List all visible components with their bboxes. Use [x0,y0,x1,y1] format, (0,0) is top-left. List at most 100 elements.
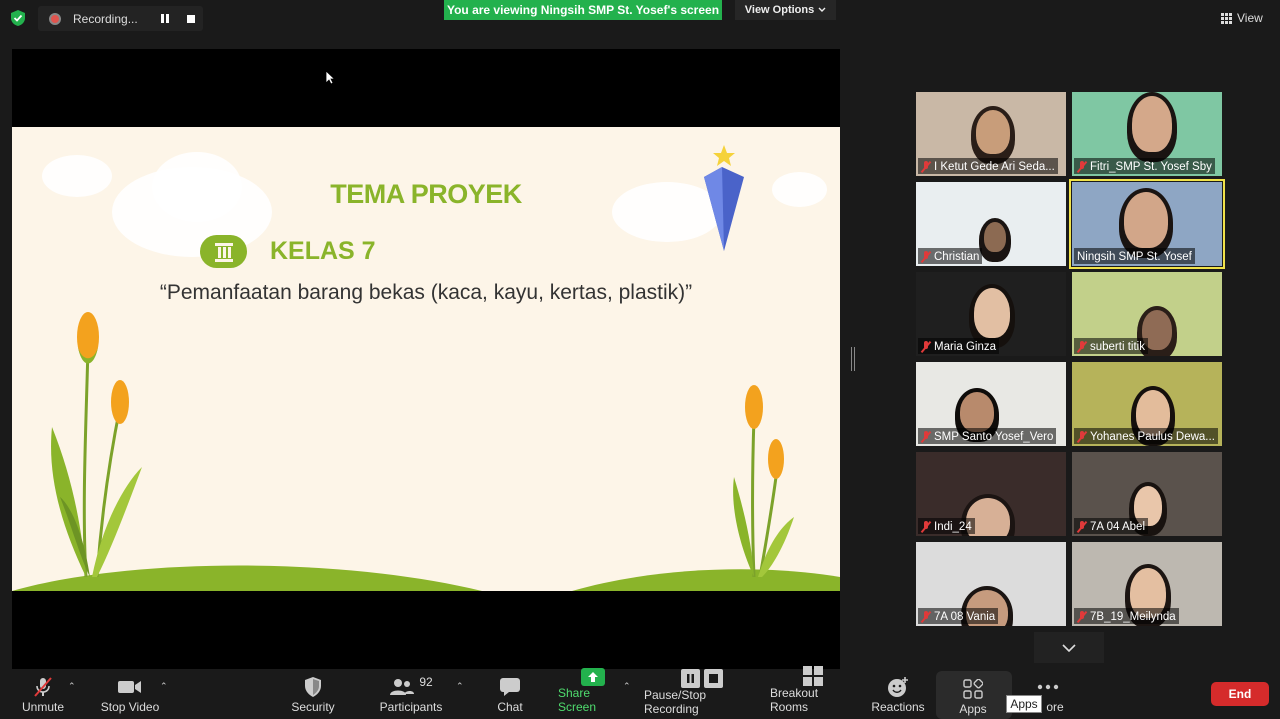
pause-recording-icon[interactable] [161,13,171,24]
apps-tooltip: Apps [1006,695,1042,713]
participant-tile[interactable]: Yohanes Paulus Dewa... [1072,362,1222,446]
participant-video-feed [984,222,1006,252]
apps-label: Apps [959,702,987,716]
participant-video-feed [976,110,1010,154]
participant-name-label: 7A 08 Vania [918,608,999,624]
participant-video-feed [974,288,1010,338]
participant-name-label: Indi_24 [918,518,975,534]
participant-video-feed [1124,192,1168,248]
participants-icon-group: 92 [389,674,433,700]
slide-subtitle: “Pemanfaatan barang bekas (kaca, kayu, k… [159,281,693,304]
muted-mic-icon [921,250,931,263]
pause-stop-recording-button[interactable]: Pause/Stop Recording [644,669,760,719]
participant-name: suberti titik [1090,340,1145,353]
stop-recording-icon[interactable] [187,14,195,23]
view-options-label: View Options [744,4,815,16]
muted-mic-icon [1077,610,1087,623]
participant-tile[interactable]: Fitri_SMP St. Yosef Sby [1072,92,1222,176]
gallery-scroll-down-button[interactable] [1034,632,1104,663]
participant-name-label: Ningsih SMP St. Yosef [1074,248,1195,264]
participant-name-label: Maria Ginza [918,338,999,354]
stop-video-button[interactable]: Stop Video [98,669,162,719]
muted-mic-icon [921,160,931,173]
participant-name: 7A 08 Vania [934,610,996,623]
participant-name: Fitri_SMP St. Yosef Sby [1090,160,1212,173]
apps-button[interactable]: Apps [952,671,994,719]
muted-mic-icon [921,430,931,443]
participant-name-label: 7B_19_Meilynda [1074,608,1179,624]
participant-name-label: I Ketut Gede Ari Seda... [918,158,1058,174]
participant-tile[interactable]: suberti titik [1072,272,1222,356]
participant-tile[interactable]: Ningsih SMP St. Yosef [1069,179,1225,269]
panel-splitter-handle[interactable] [851,347,855,371]
chat-button[interactable]: Chat [492,669,528,719]
participant-tile[interactable]: Christian [916,182,1066,266]
security-button[interactable]: Security [287,669,339,719]
chevron-down-icon [818,7,826,12]
muted-mic-icon [1077,430,1087,443]
mouse-cursor-icon [325,70,335,85]
muted-mic-icon [921,610,931,623]
chat-label: Chat [497,700,523,714]
audio-options-caret-icon[interactable]: ⌃ [68,681,76,692]
unmute-button[interactable]: Unmute [18,669,68,719]
breakout-rooms-label: Breakout Rooms [770,686,819,714]
participant-video-feed [1132,96,1172,152]
smiley-plus-icon [887,674,909,700]
participant-tile[interactable]: 7A 08 Vania [916,542,1066,626]
end-meeting-button[interactable]: End [1211,682,1269,706]
video-options-caret-icon[interactable]: ⌃ [160,681,168,692]
reactions-button[interactable]: Reactions [871,669,925,719]
presentation-slide: TEMA PROYEK KELAS 7 “Pemanfaatan barang … [12,127,840,591]
participant-name-label: suberti titik [1074,338,1148,354]
breakout-rooms-button[interactable]: Breakout Rooms [770,666,856,719]
plant-right-decoration [733,385,794,577]
participant-tile[interactable]: SMP Santo Yosef_Vero [916,362,1066,446]
participant-tile[interactable]: 7A 04 Abel [1072,452,1222,536]
viewing-screen-banner: You are viewing Ningsih SMP St. Yosef's … [444,0,722,20]
participant-name: Christian [934,250,980,263]
kelas-label: KELAS 7 [270,237,376,265]
reactions-label: Reactions [871,700,925,714]
meeting-toolbar [0,669,1280,719]
grid-view-icon [1221,12,1232,24]
unmute-label: Unmute [21,700,65,714]
pillar-icon [200,235,247,268]
participant-name: Indi_24 [934,520,972,533]
participant-name: Ningsih SMP St. Yosef [1077,250,1192,263]
participant-name-label: Yohanes Paulus Dewa... [1074,428,1218,444]
participant-tile[interactable]: I Ketut Gede Ari Seda... [916,92,1066,176]
muted-mic-icon [31,674,55,700]
participant-name: SMP Santo Yosef_Vero [934,430,1054,443]
muted-mic-icon [1077,520,1087,533]
view-label: View [1237,11,1263,25]
share-options-caret-icon[interactable]: ⌃ [623,681,631,692]
muted-mic-icon [1077,160,1087,173]
share-screen-button[interactable]: Share Screen [558,668,628,719]
participant-name-label: Christian [918,248,983,264]
encryption-shield-icon[interactable] [9,9,27,27]
participant-tile[interactable]: Maria Ginza [916,272,1066,356]
recording-dot-icon [49,12,61,25]
view-button[interactable]: View [1221,8,1263,28]
apps-icon [963,676,983,702]
plant-left-decoration [51,312,142,577]
participant-name-label: SMP Santo Yosef_Vero [918,428,1057,444]
participant-name: Maria Ginza [934,340,996,353]
participant-name: Yohanes Paulus Dewa... [1090,430,1215,443]
participant-name: 7A 04 Abel [1090,520,1145,533]
participant-tile[interactable]: Indi_24 [916,452,1066,536]
stop-video-label: Stop Video [100,700,160,714]
participants-button[interactable]: 92 Participants [379,669,443,719]
participant-name-label: Fitri_SMP St. Yosef Sby [1074,158,1215,174]
participant-name: 7B_19_Meilynda [1090,610,1176,623]
recording-label: Recording... [73,11,138,26]
pause-stop-recording-label: Pause/Stop Recording [644,688,707,716]
participants-label: Participants [379,700,443,714]
security-label: Security [291,700,335,714]
participants-options-caret-icon[interactable]: ⌃ [456,681,464,692]
view-options-button[interactable]: View Options [735,0,836,20]
stop-icon [704,669,723,688]
muted-mic-icon [921,520,931,533]
participant-tile[interactable]: 7B_19_Meilynda [1072,542,1222,626]
